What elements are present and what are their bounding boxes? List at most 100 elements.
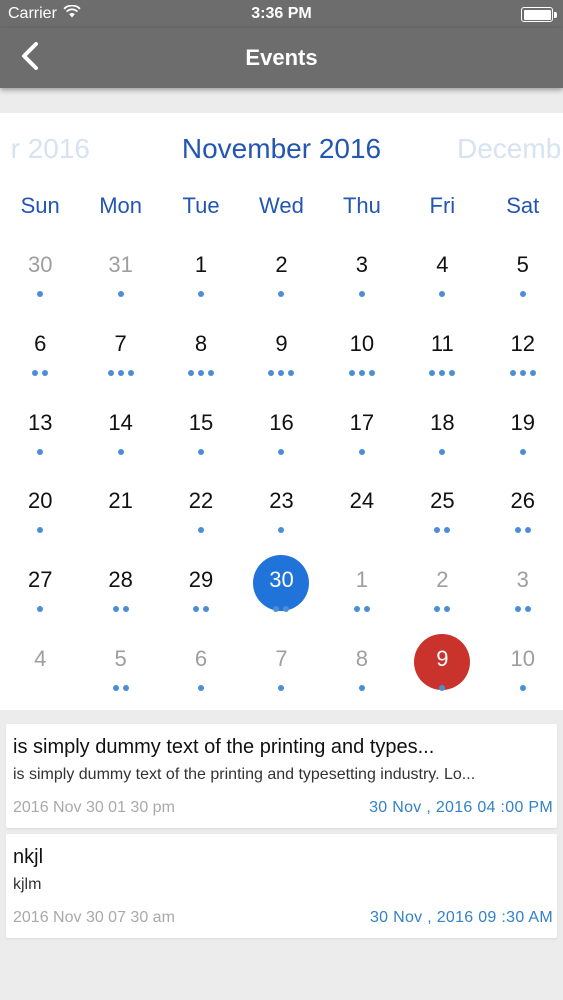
event-card[interactable]: is simply dummy text of the printing and… bbox=[6, 724, 557, 828]
event-dots bbox=[241, 369, 321, 378]
day-cell[interactable]: 7 bbox=[241, 634, 321, 710]
next-month-label[interactable]: Decemb bbox=[457, 133, 561, 165]
day-cell[interactable]: 23 bbox=[241, 476, 321, 555]
navigation-bar: Events bbox=[0, 28, 563, 88]
event-dots bbox=[402, 685, 482, 693]
day-cell[interactable]: 17 bbox=[322, 398, 402, 477]
day-cell[interactable]: 4 bbox=[402, 240, 482, 319]
day-cell[interactable]: 6 bbox=[0, 319, 80, 398]
day-cell[interactable]: 29 bbox=[161, 555, 241, 634]
event-dot bbox=[353, 606, 360, 613]
event-title: is simply dummy text of the printing and… bbox=[13, 736, 435, 758]
day-cell-today[interactable]: 9 bbox=[402, 634, 482, 710]
event-dots bbox=[0, 527, 80, 535]
weekday-row: Sun Mon Tue Wed Thu Fri Sat bbox=[0, 188, 563, 218]
day-cell[interactable]: 8 bbox=[161, 319, 241, 398]
day-cell[interactable]: 27 bbox=[0, 555, 80, 634]
event-dots bbox=[483, 291, 563, 299]
event-dot bbox=[509, 369, 516, 376]
day-cell[interactable]: 26 bbox=[483, 476, 563, 555]
day-cell[interactable]: 22 bbox=[161, 476, 241, 555]
day-number: 16 bbox=[269, 409, 294, 435]
event-dot bbox=[519, 448, 526, 455]
day-number: 30 bbox=[27, 252, 53, 277]
day-cell[interactable]: 12 bbox=[483, 319, 563, 398]
day-number: 1 bbox=[355, 567, 369, 593]
day-number: 19 bbox=[510, 409, 535, 435]
day-cell[interactable]: 24 bbox=[322, 476, 402, 555]
day-cell[interactable]: 10 bbox=[483, 634, 563, 710]
day-number: 25 bbox=[430, 488, 455, 514]
day-number: 6 bbox=[34, 330, 47, 356]
day-cell[interactable]: 1 bbox=[161, 240, 241, 319]
day-cell[interactable]: 3 bbox=[322, 240, 402, 319]
event-dot bbox=[278, 448, 285, 455]
day-cell[interactable]: 10 bbox=[322, 319, 402, 398]
event-dot bbox=[278, 369, 285, 376]
event-dot bbox=[524, 527, 531, 534]
event-dots bbox=[80, 369, 160, 378]
status-time: 3:36 PM bbox=[251, 5, 312, 22]
day-cell-selected[interactable]: 30 bbox=[241, 555, 321, 634]
event-dot bbox=[439, 369, 446, 376]
event-dots bbox=[161, 291, 241, 299]
day-cell[interactable]: 6 bbox=[161, 634, 241, 710]
day-cell[interactable]: 20 bbox=[0, 476, 80, 555]
event-dots bbox=[161, 606, 241, 614]
event-dots bbox=[80, 448, 160, 457]
day-cell[interactable]: 21 bbox=[80, 476, 160, 555]
day-number: 21 bbox=[108, 488, 133, 514]
day-cell[interactable]: 15 bbox=[161, 398, 241, 477]
back-button[interactable] bbox=[10, 38, 50, 78]
event-dots bbox=[161, 685, 241, 693]
day-cell[interactable]: 2 bbox=[402, 555, 482, 634]
day-cell[interactable]: 19 bbox=[483, 398, 563, 477]
day-number: 9 bbox=[436, 646, 449, 671]
day-cell[interactable]: 14 bbox=[80, 398, 160, 477]
event-dots bbox=[322, 291, 402, 299]
event-dots bbox=[241, 606, 321, 614]
day-cell[interactable]: 3 bbox=[483, 555, 563, 634]
event-card[interactable]: nkjl kjlm 2016 Nov 30 07 30 am 30 Nov , 201… bbox=[6, 834, 557, 938]
day-cell[interactable]: 5 bbox=[483, 240, 563, 319]
event-dots bbox=[80, 606, 160, 614]
event-dot bbox=[434, 527, 441, 534]
day-cell[interactable]: 11 bbox=[402, 319, 482, 398]
day-cell[interactable]: 31 bbox=[80, 240, 160, 319]
event-dots bbox=[0, 606, 80, 614]
event-dots bbox=[483, 606, 563, 614]
event-dot bbox=[429, 369, 436, 376]
event-dots bbox=[0, 448, 80, 457]
event-dot bbox=[519, 685, 526, 691]
day-cell[interactable]: 7 bbox=[80, 319, 160, 398]
day-cell[interactable]: 8 bbox=[322, 634, 402, 710]
day-cell[interactable]: 13 bbox=[0, 398, 80, 477]
day-cell[interactable]: 16 bbox=[241, 398, 321, 477]
weekday-label: Sun bbox=[20, 193, 60, 218]
day-cell[interactable]: 18 bbox=[402, 398, 482, 477]
event-time: 30 Nov , 2016 09 :30 AM bbox=[369, 909, 553, 926]
day-cell[interactable]: 2 bbox=[241, 240, 321, 319]
event-dot bbox=[37, 448, 44, 455]
day-number: 6 bbox=[194, 646, 208, 671]
day-cell[interactable]: 25 bbox=[402, 476, 482, 555]
day-cell[interactable]: 28 bbox=[80, 555, 160, 634]
event-title: nkjl bbox=[13, 846, 44, 868]
day-cell[interactable]: 5 bbox=[80, 634, 160, 710]
event-dots bbox=[241, 685, 321, 693]
day-number: 4 bbox=[436, 252, 449, 277]
event-dot bbox=[278, 291, 285, 297]
day-cell[interactable]: 1 bbox=[322, 555, 402, 634]
day-cell[interactable]: 30 bbox=[0, 240, 80, 319]
day-number: 31 bbox=[108, 252, 133, 277]
day-cell[interactable]: 4 bbox=[0, 634, 80, 710]
event-dot bbox=[37, 606, 44, 613]
event-dot bbox=[32, 369, 39, 376]
day-number: 23 bbox=[269, 488, 294, 514]
event-dot bbox=[449, 369, 456, 376]
day-cell[interactable]: 9 bbox=[241, 319, 321, 398]
event-dot bbox=[127, 369, 134, 376]
page-title: Events bbox=[245, 45, 318, 70]
day-number: 20 bbox=[27, 488, 53, 514]
event-dot bbox=[42, 369, 49, 376]
